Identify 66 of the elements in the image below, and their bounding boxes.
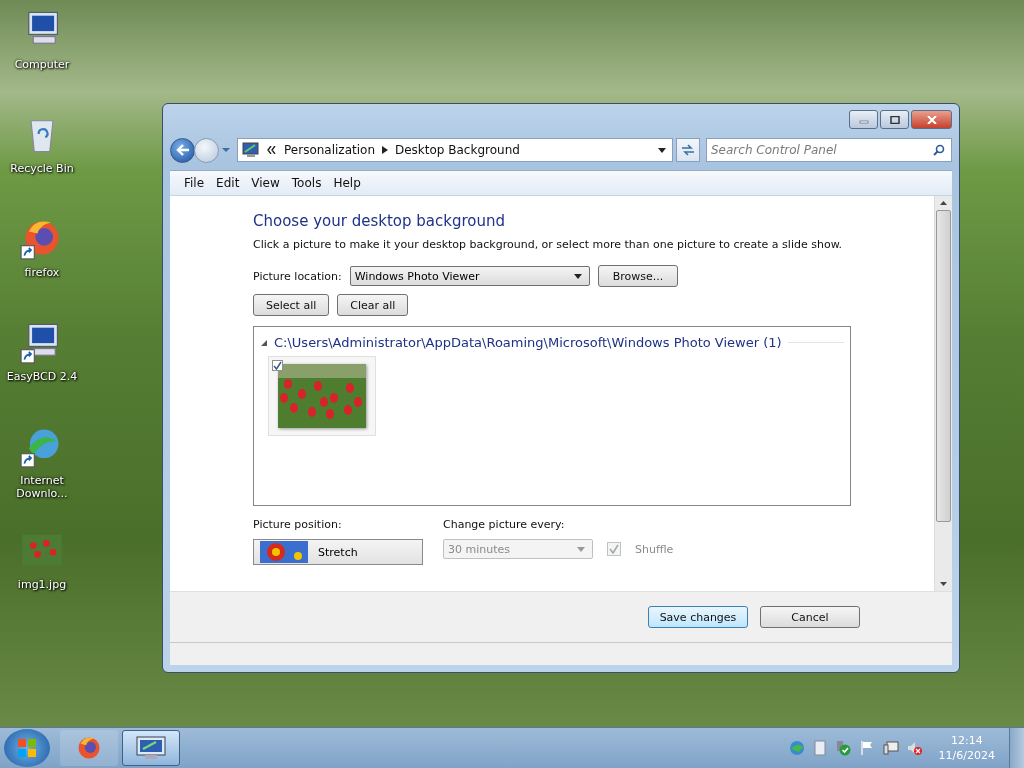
refresh-arrows-icon: [681, 144, 695, 156]
breadcrumb-link[interactable]: Personalization: [284, 143, 375, 157]
breadcrumb-link[interactable]: Desktop Background: [395, 143, 520, 157]
dropdown-caret-icon: [577, 546, 585, 552]
search-icon: [933, 144, 945, 156]
description-text: Click a picture to make it your desktop background, or select more than one picture to create a slide show.: [253, 238, 844, 251]
back-arrow-icon: [175, 144, 190, 156]
desktop-icon-label[interactable]: EasyBCD 2.4: [1, 370, 83, 383]
clock-date: 11/6/2024: [938, 748, 995, 763]
scroll-down-icon: [940, 582, 947, 586]
cancel-button[interactable]: Cancel: [760, 606, 860, 628]
control-panel-taskbar-button[interactable]: [122, 730, 180, 766]
shuffle-label: Shuffle: [635, 542, 674, 556]
chevron-right-icon: [382, 146, 388, 154]
close-icon: [926, 115, 937, 124]
caret-icon[interactable]: [222, 147, 230, 153]
picture-location-label: Picture location:: [253, 269, 342, 283]
clear-all-button[interactable]: Clear all: [337, 294, 409, 316]
desktop-icon-label[interactable]: firefox: [1, 266, 83, 279]
scroll-up-icon: [940, 201, 947, 205]
folder-group-title[interactable]: C:\Users\Administrator\AppData\Roaming\Microsoft\Windows Photo Viewer (1): [274, 335, 782, 350]
address-bar[interactable]: Personalization Desktop Background: [237, 138, 673, 162]
select-all-button[interactable]: Select all: [253, 294, 330, 316]
picture-thumbnail[interactable]: [268, 356, 376, 436]
collapse-triangle-icon[interactable]: [260, 338, 268, 347]
speaker-muted-icon[interactable]: [906, 740, 923, 756]
menu-item[interactable]: View: [245, 174, 286, 192]
picture-position-dropdown[interactable]: Stretch: [253, 539, 423, 565]
page-heading: Choose your desktop background: [253, 212, 506, 230]
dropdown-caret-icon[interactable]: [658, 147, 666, 153]
minimize-button[interactable]: [849, 110, 878, 129]
flag-icon[interactable]: [858, 740, 875, 756]
search-field[interactable]: Search Control Panel: [706, 138, 952, 162]
menu-item[interactable]: Help: [327, 174, 367, 192]
desktop-icon-label[interactable]: img1.jpg: [1, 578, 83, 591]
start-button[interactable]: [4, 729, 50, 767]
save-button[interactable]: Save changes: [648, 606, 748, 628]
check-icon: [609, 544, 619, 554]
double-chevron-icon: [267, 146, 277, 154]
close-button[interactable]: [911, 110, 952, 129]
change-picture-label: Change picture every:: [443, 518, 566, 531]
maximize-icon: [889, 115, 900, 124]
menu-item[interactable]: Tools: [285, 174, 328, 192]
picture-location-dropdown[interactable]: Windows Photo Viewer: [349, 266, 590, 286]
clock-time: 12:14: [950, 733, 983, 748]
shield-check-icon[interactable]: [834, 740, 851, 756]
maximize-button[interactable]: [880, 110, 909, 129]
document-icon[interactable]: [812, 740, 827, 756]
control-panel-icon: [136, 736, 166, 760]
dropdown-caret-icon: [573, 273, 582, 279]
browser-taskbar-button[interactable]: [60, 730, 118, 766]
monitor-icon[interactable]: [882, 740, 899, 756]
show-desktop-button[interactable]: [1009, 728, 1024, 768]
check-icon: [273, 361, 282, 370]
menu-item[interactable]: File: [178, 174, 211, 192]
picture-position-label: Picture position:: [253, 518, 343, 531]
stretch-preview-icon: [260, 541, 308, 563]
control-panel-icon: [242, 142, 260, 158]
checkbox[interactable]: [272, 360, 283, 371]
back-button[interactable]: [170, 137, 195, 163]
windows-logo-icon: [16, 737, 38, 759]
refresh-button[interactable]: [676, 138, 700, 162]
browse-button[interactable]: Browse...: [597, 265, 679, 287]
desktop-icon-label[interactable]: Internet Downlo...: [1, 474, 83, 500]
menu-item[interactable]: Edit: [210, 174, 246, 192]
vertical-scrollbar[interactable]: [934, 196, 952, 591]
